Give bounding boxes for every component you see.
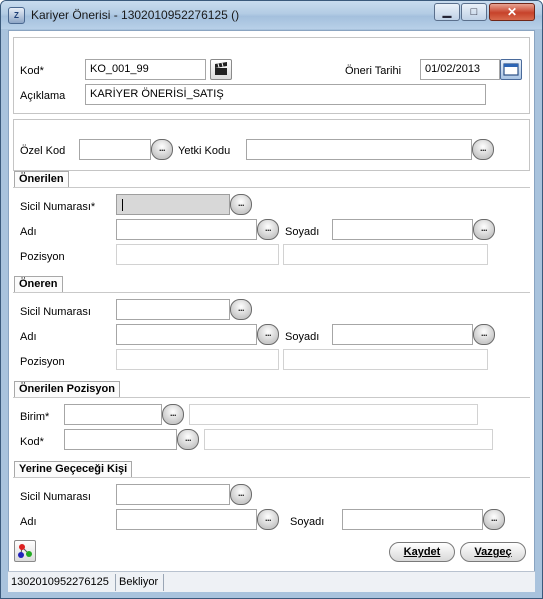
oneren-soyadi-input[interactable] — [332, 324, 473, 345]
ozel-kod-lookup-button[interactable]: ... — [151, 139, 173, 160]
title-bar[interactable]: Z Kariyer Önerisi - 1302010952276125 () … — [1, 1, 542, 29]
kaydet-button[interactable]: Kaydet — [389, 542, 455, 562]
onerilen-sicil-lookup-button[interactable]: ... — [230, 194, 252, 215]
vazgec-button[interactable]: Vazgeç — [460, 542, 526, 562]
clapperboard-icon[interactable] — [210, 59, 232, 80]
onerilen-soyadi-lookup-button[interactable]: ... — [473, 219, 495, 240]
oneren-adi-input[interactable] — [116, 324, 257, 345]
onerilen-pozisyon-label: Pozisyon — [20, 251, 65, 263]
birim-label: Birim* — [20, 411, 50, 423]
onerilen-adi-input[interactable] — [116, 219, 257, 240]
app-logo-icon: Z — [8, 7, 25, 24]
onerilen-sicil-label: Sicil Numarası* — [20, 201, 96, 213]
close-button[interactable]: ✕ — [489, 3, 535, 21]
oneri-tarihi-label: Öneri Tarihi — [345, 65, 402, 77]
birim-lookup-button[interactable]: ... — [162, 404, 184, 425]
oneren-pozisyon-input[interactable] — [116, 349, 279, 370]
maximize-button[interactable]: □ — [461, 3, 487, 21]
yerine-adi-lookup-button[interactable]: ... — [257, 509, 279, 530]
oneren-soyadi-lookup-button[interactable]: ... — [473, 324, 495, 345]
connection-nodes-icon[interactable] — [14, 540, 36, 562]
yerine-adi-input[interactable] — [116, 509, 257, 530]
calendar-icon[interactable] — [500, 59, 522, 80]
status-bar: 1302010952276125 Bekliyor — [8, 571, 535, 592]
yerine-sicil-lookup-button[interactable]: ... — [230, 484, 252, 505]
oneren-sicil-input[interactable] — [116, 299, 230, 320]
onerilen-soyadi-input[interactable] — [332, 219, 473, 240]
oneren-sicil-lookup-button[interactable]: ... — [230, 299, 252, 320]
birim-description-input[interactable] — [189, 404, 478, 425]
oneren-soyadi-label: Soyadı — [285, 331, 320, 343]
pozisyon-kod-lookup-button[interactable]: ... — [177, 429, 199, 450]
pozisyon-kod-description-input[interactable] — [204, 429, 493, 450]
oneri-tarihi-input[interactable]: 01/02/2013 — [420, 59, 500, 80]
oneren-adi-label: Adı — [20, 331, 37, 343]
yerine-soyadi-input[interactable] — [342, 509, 483, 530]
status-state: Bekliyor — [116, 574, 164, 591]
birim-input[interactable] — [64, 404, 162, 425]
status-record-id: 1302010952276125 — [8, 574, 116, 591]
divider — [13, 397, 530, 398]
pozisyon-kod-input[interactable] — [64, 429, 177, 450]
onerilen-pozisyon-detail-input[interactable] — [283, 244, 488, 265]
ozel-kod-input[interactable] — [79, 139, 151, 160]
oneren-adi-lookup-button[interactable]: ... — [257, 324, 279, 345]
oneren-section-title: Öneren — [14, 276, 63, 293]
onerilen-sicil-input[interactable] — [116, 194, 230, 215]
onerilen-adi-lookup-button[interactable]: ... — [257, 219, 279, 240]
divider — [13, 292, 530, 293]
minimize-button[interactable]: ▁ — [434, 3, 460, 21]
divider — [13, 477, 530, 478]
kod-label: Kod* — [20, 65, 44, 77]
yerine-sicil-input[interactable] — [116, 484, 230, 505]
yerine-gececegi-kisi-section-title: Yerine Geçeceği Kişi — [14, 461, 133, 478]
yetki-kodu-label: Yetki Kodu — [178, 145, 231, 157]
onerilen-pozisyon-input[interactable] — [116, 244, 279, 265]
divider — [13, 187, 530, 188]
oneren-pozisyon-label: Pozisyon — [20, 356, 65, 368]
yetki-kodu-lookup-button[interactable]: ... — [472, 139, 494, 160]
onerilen-soyadi-label: Soyadı — [285, 226, 320, 238]
window-title: Kariyer Önerisi - 1302010952276125 () — [31, 8, 240, 22]
yerine-soyadi-label: Soyadı — [290, 516, 325, 528]
onerilen-pozisyon-section-title: Önerilen Pozisyon — [14, 381, 120, 398]
onerilen-section-title: Önerilen — [14, 171, 69, 188]
oneren-sicil-label: Sicil Numarası — [20, 306, 91, 318]
yerine-adi-label: Adı — [20, 516, 37, 528]
kod-input[interactable]: KO_001_99 — [85, 59, 206, 80]
yerine-soyadi-lookup-button[interactable]: ... — [483, 509, 505, 530]
aciklama-input[interactable]: KARİYER ÖNERİSİ_SATIŞ — [85, 84, 486, 105]
ozel-kod-label: Özel Kod — [20, 145, 66, 157]
onerilen-adi-label: Adı — [20, 226, 37, 238]
oneren-pozisyon-detail-input[interactable] — [283, 349, 488, 370]
pozisyon-kod-label: Kod* — [20, 436, 44, 448]
aciklama-label: Açıklama — [20, 90, 66, 102]
yetki-kodu-input[interactable] — [246, 139, 472, 160]
yerine-sicil-label: Sicil Numarası — [20, 491, 91, 503]
text-caret — [122, 199, 123, 211]
